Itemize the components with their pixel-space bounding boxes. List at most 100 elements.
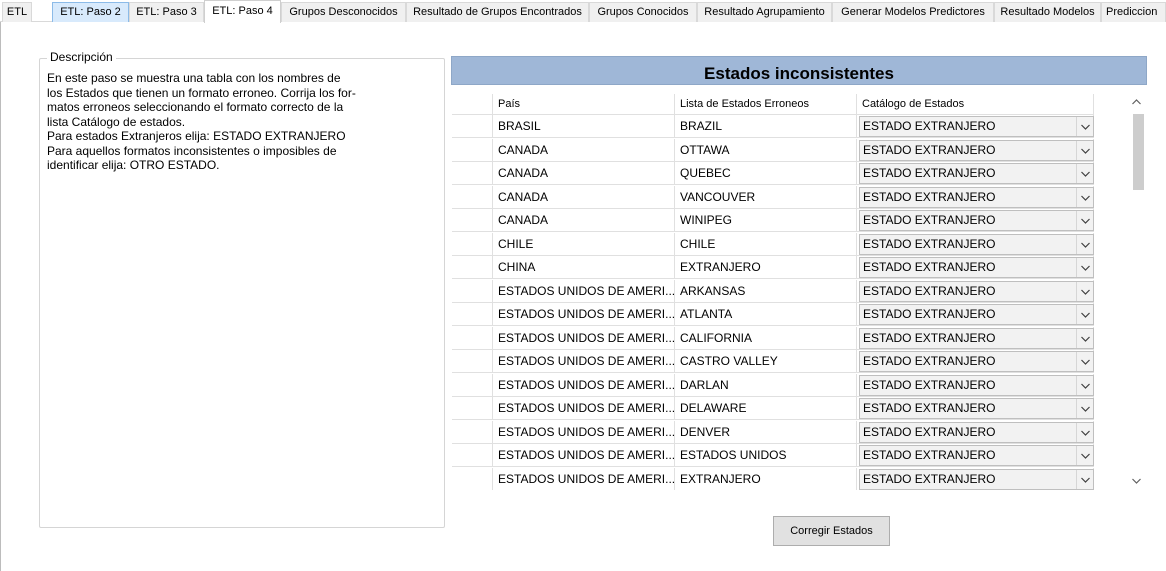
cell-estado-erroneo[interactable]: ARKANSAS: [675, 279, 857, 303]
column-header-pais[interactable]: País: [493, 94, 675, 115]
tab-etl-paso-2[interactable]: ETL: Paso 2: [52, 2, 129, 22]
chevron-down-icon[interactable]: [1076, 234, 1093, 254]
cell-estado-erroneo[interactable]: ATLANTA: [675, 303, 857, 326]
cell-pais[interactable]: ESTADOS UNIDOS DE AMERI...: [493, 350, 675, 373]
cell-estado-erroneo[interactable]: EXTRANJERO: [675, 467, 857, 490]
scroll-up-icon[interactable]: [1128, 94, 1145, 111]
cell-pais[interactable]: CANADA: [493, 162, 675, 185]
cell-pais[interactable]: ESTADOS UNIDOS DE AMERI...: [493, 420, 675, 444]
cell-estado-erroneo[interactable]: ESTADOS UNIDOS: [675, 444, 857, 467]
cell-estado-erroneo[interactable]: WINIPEG: [675, 209, 857, 232]
table-row[interactable]: ESTADOS UNIDOS DE AMERI... CALIFORNIA ESTA…: [452, 326, 1094, 350]
catalogo-dropdown[interactable]: ESTADO EXTRANJERO: [859, 374, 1094, 396]
chevron-down-icon[interactable]: [1076, 281, 1093, 301]
cell-estado-erroneo[interactable]: DARLAN: [675, 373, 857, 397]
catalogo-dropdown[interactable]: ESTADO EXTRANJERO: [859, 398, 1094, 419]
row-header[interactable]: [452, 232, 493, 256]
row-header[interactable]: [452, 115, 493, 138]
row-header[interactable]: [452, 162, 493, 185]
table-row[interactable]: CANADA WINIPEG ESTADO EXTRANJERO: [452, 209, 1094, 232]
catalogo-dropdown[interactable]: ESTADO EXTRANJERO: [859, 233, 1094, 255]
cell-pais[interactable]: ESTADOS UNIDOS DE AMERI...: [493, 373, 675, 397]
row-header[interactable]: [452, 397, 493, 420]
table-row[interactable]: CHINA EXTRANJERO ESTADO EXTRANJERO: [452, 256, 1094, 279]
cell-estado-erroneo[interactable]: CHILE: [675, 232, 857, 256]
scroll-down-icon[interactable]: [1128, 473, 1145, 490]
catalogo-dropdown[interactable]: ESTADO EXTRANJERO: [859, 421, 1094, 443]
chevron-down-icon[interactable]: [1076, 446, 1093, 465]
table-row[interactable]: BRASIL BRAZIL ESTADO EXTRANJERO: [452, 115, 1094, 138]
table-row[interactable]: ESTADOS UNIDOS DE AMERI... ARKANSAS ESTADO…: [452, 279, 1094, 303]
cell-pais[interactable]: BRASIL: [493, 115, 675, 138]
chevron-down-icon[interactable]: [1076, 187, 1093, 207]
cell-pais[interactable]: ESTADOS UNIDOS DE AMERI...: [493, 279, 675, 303]
tab-grupos-conocidos[interactable]: Grupos Conocidos: [589, 2, 697, 22]
chevron-down-icon[interactable]: [1076, 399, 1093, 418]
row-header[interactable]: [452, 185, 493, 209]
cell-pais[interactable]: CHINA: [493, 256, 675, 279]
cell-pais[interactable]: CANADA: [493, 185, 675, 209]
chevron-down-icon[interactable]: [1076, 211, 1093, 230]
tab-etl[interactable]: ETL: [2, 2, 32, 22]
chevron-down-icon[interactable]: [1076, 328, 1093, 348]
cell-estado-erroneo[interactable]: CASTRO VALLEY: [675, 350, 857, 373]
table-row[interactable]: CANADA VANCOUVER ESTADO EXTRANJERO: [452, 185, 1094, 209]
row-header[interactable]: [452, 209, 493, 232]
catalogo-dropdown[interactable]: ESTADO EXTRANJERO: [859, 186, 1094, 208]
row-header[interactable]: [452, 326, 493, 350]
table-row[interactable]: CHILE CHILE ESTADO EXTRANJERO: [452, 232, 1094, 256]
chevron-down-icon[interactable]: [1076, 258, 1093, 277]
catalogo-dropdown[interactable]: ESTADO EXTRANJERO: [859, 257, 1094, 278]
row-header[interactable]: [452, 420, 493, 444]
cell-pais[interactable]: CANADA: [493, 209, 675, 232]
catalogo-dropdown[interactable]: ESTADO EXTRANJERO: [859, 304, 1094, 325]
catalogo-dropdown[interactable]: ESTADO EXTRANJERO: [859, 139, 1094, 161]
catalogo-dropdown[interactable]: ESTADO EXTRANJERO: [859, 351, 1094, 372]
chevron-down-icon[interactable]: [1076, 375, 1093, 395]
cell-estado-erroneo[interactable]: BRAZIL: [675, 115, 857, 138]
tab-etl-paso-3[interactable]: ETL: Paso 3: [129, 2, 204, 22]
cell-pais[interactable]: CHILE: [493, 232, 675, 256]
corregir-estados-button[interactable]: Corregir Estados: [773, 516, 890, 546]
table-row[interactable]: ESTADOS UNIDOS DE AMERI... ATLANTA ESTADO …: [452, 303, 1094, 326]
table-row[interactable]: ESTADOS UNIDOS DE AMERI... DARLAN ESTADO E…: [452, 373, 1094, 397]
tab-etl-paso-4[interactable]: ETL: Paso 4: [204, 0, 281, 23]
chevron-down-icon[interactable]: [1076, 422, 1093, 442]
tab-grupos-desconocidos[interactable]: Grupos Desconocidos: [281, 2, 406, 22]
chevron-down-icon[interactable]: [1076, 164, 1093, 183]
cell-pais[interactable]: CANADA: [493, 138, 675, 162]
table-row[interactable]: ESTADOS UNIDOS DE AMERI... EXTRANJERO ESTA…: [452, 467, 1094, 490]
table-row[interactable]: CANADA QUEBEC ESTADO EXTRANJERO: [452, 162, 1094, 185]
chevron-down-icon[interactable]: [1076, 305, 1093, 324]
table-row[interactable]: ESTADOS UNIDOS DE AMERI... CASTRO VALLEY E…: [452, 350, 1094, 373]
cell-estado-erroneo[interactable]: QUEBEC: [675, 162, 857, 185]
catalogo-dropdown[interactable]: ESTADO EXTRANJERO: [859, 445, 1094, 466]
cell-estado-erroneo[interactable]: VANCOUVER: [675, 185, 857, 209]
catalogo-dropdown[interactable]: ESTADO EXTRANJERO: [859, 210, 1094, 231]
column-header-estados-erroneos[interactable]: Lista de Estados Erroneos: [675, 94, 857, 115]
cell-pais[interactable]: ESTADOS UNIDOS DE AMERI...: [493, 444, 675, 467]
chevron-down-icon[interactable]: [1076, 117, 1093, 136]
tab-resultado-modelos[interactable]: Resultado Modelos: [994, 2, 1101, 22]
scrollbar-thumb[interactable]: [1133, 114, 1144, 190]
catalogo-dropdown[interactable]: ESTADO EXTRANJERO: [859, 280, 1094, 302]
cell-pais[interactable]: ESTADOS UNIDOS DE AMERI...: [493, 397, 675, 420]
states-grid[interactable]: País Lista de Estados Erroneos Catálogo …: [452, 94, 1146, 490]
cell-pais[interactable]: ESTADOS UNIDOS DE AMERI...: [493, 467, 675, 490]
tab-prediccion[interactable]: Prediccion: [1101, 2, 1166, 22]
cell-estado-erroneo[interactable]: DELAWARE: [675, 397, 857, 420]
table-row[interactable]: ESTADOS UNIDOS DE AMERI... DELAWARE ESTADO…: [452, 397, 1094, 420]
row-header[interactable]: [452, 467, 493, 490]
row-header[interactable]: [452, 444, 493, 467]
row-header[interactable]: [452, 303, 493, 326]
tab-resultado-grupos-encontrados[interactable]: Resultado de Grupos Encontrados: [406, 2, 589, 22]
cell-estado-erroneo[interactable]: EXTRANJERO: [675, 256, 857, 279]
catalogo-dropdown[interactable]: ESTADO EXTRANJERO: [859, 468, 1094, 490]
cell-estado-erroneo[interactable]: OTTAWA: [675, 138, 857, 162]
catalogo-dropdown[interactable]: ESTADO EXTRANJERO: [859, 327, 1094, 349]
tab-generar-modelos-predictores[interactable]: Generar Modelos Predictores: [832, 2, 994, 22]
row-header[interactable]: [452, 373, 493, 397]
column-header-catalogo[interactable]: Catálogo de Estados: [857, 94, 1094, 115]
catalogo-dropdown[interactable]: ESTADO EXTRANJERO: [859, 163, 1094, 184]
table-row[interactable]: ESTADOS UNIDOS DE AMERI... ESTADOS UNIDOS…: [452, 444, 1094, 467]
